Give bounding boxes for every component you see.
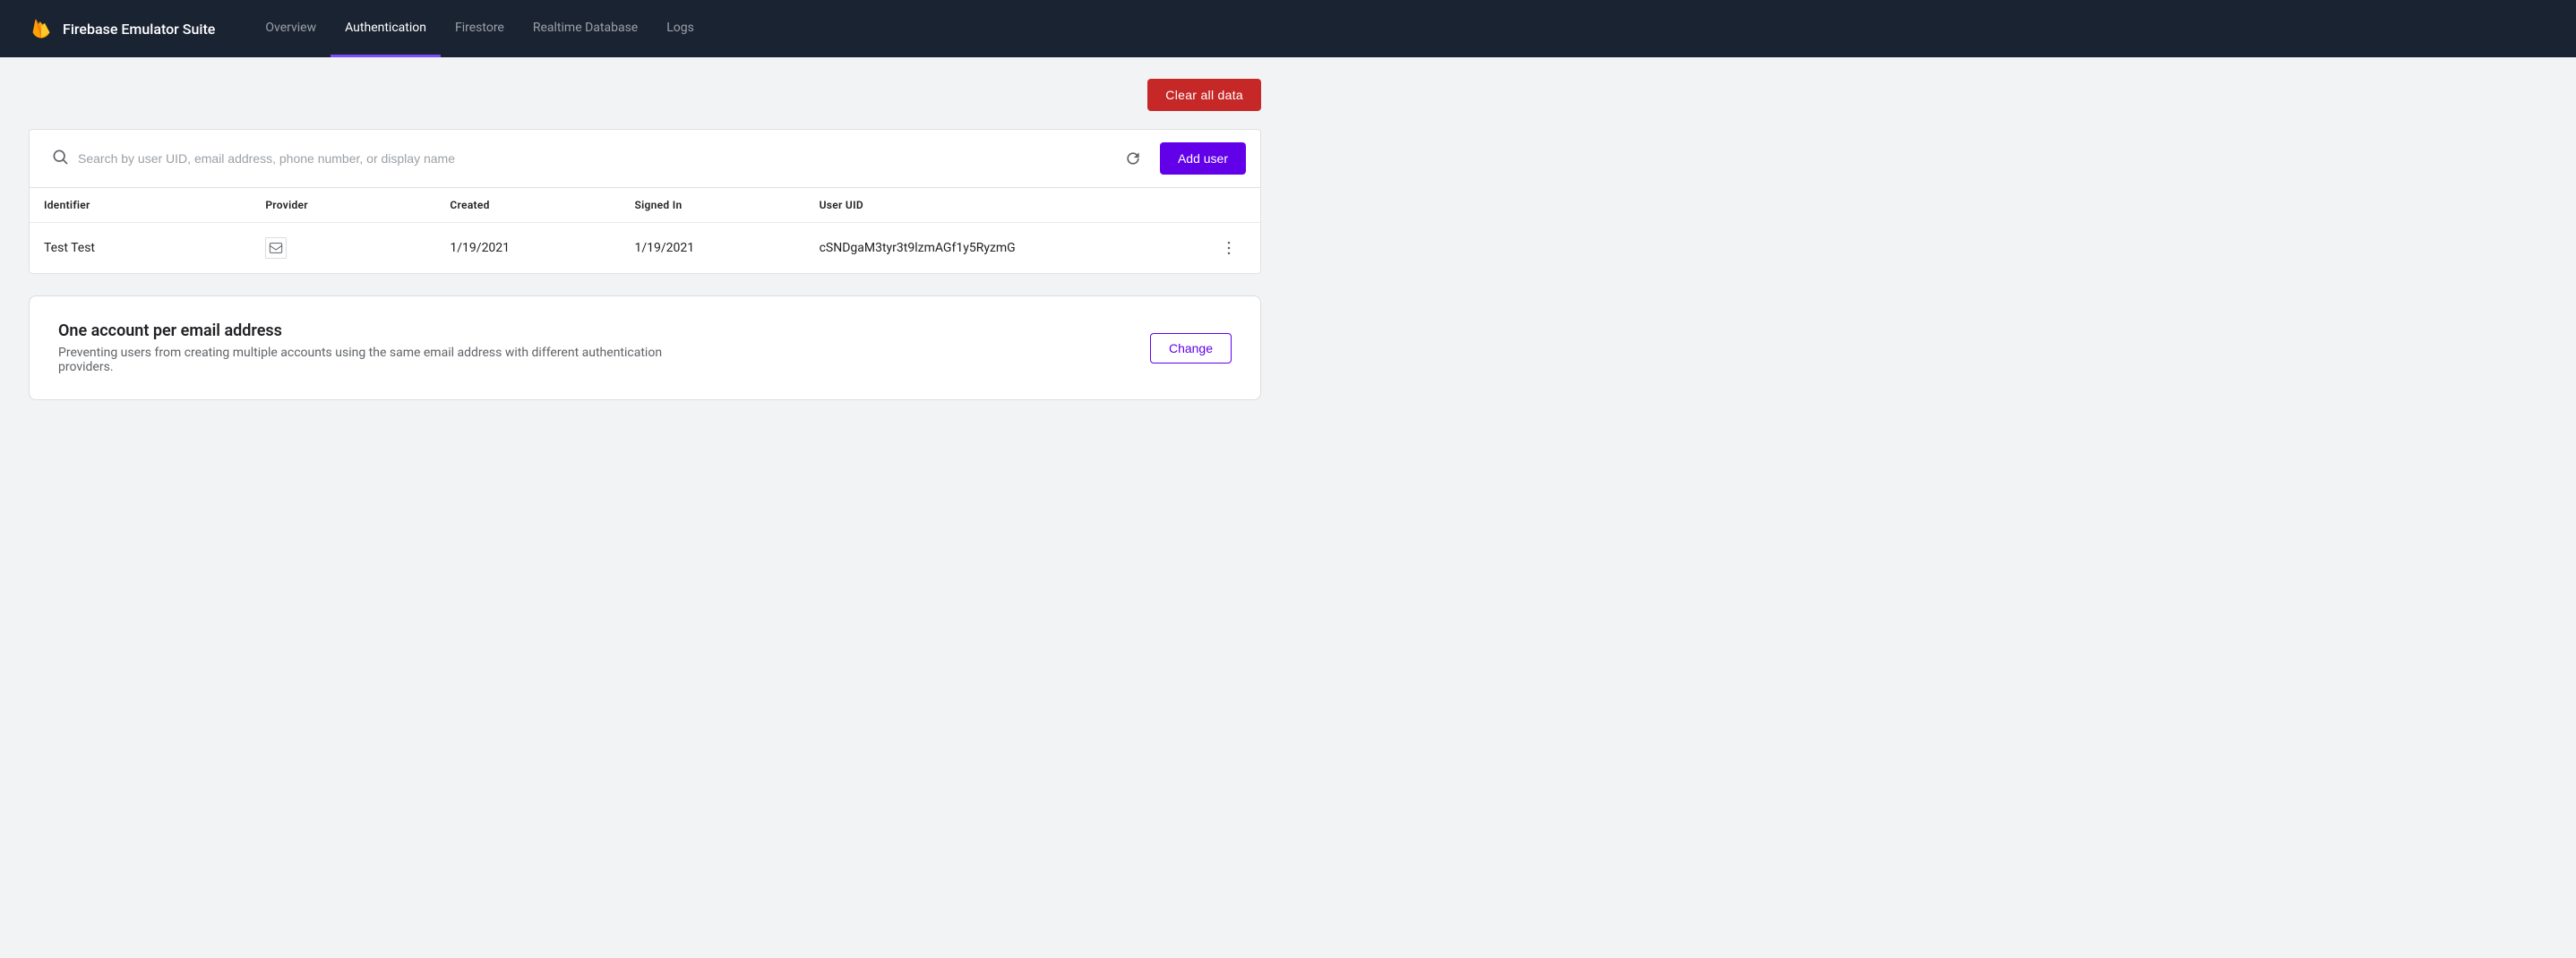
cell-signed-in: 1/19/2021 (621, 223, 805, 274)
firebase-logo-icon (29, 16, 54, 41)
users-table: Identifier Provider Created Signed In Us… (30, 188, 1260, 273)
main-content: Clear all data (0, 57, 1290, 422)
table-header: Identifier Provider Created Signed In Us… (30, 188, 1260, 223)
more-vert-icon (1220, 239, 1238, 257)
settings-card-title: One account per email address (58, 321, 685, 340)
nav-tabs: Overview Authentication Firestore Realti… (251, 0, 708, 57)
change-button[interactable]: Change (1150, 333, 1232, 364)
add-user-button[interactable]: Add user (1160, 142, 1246, 175)
users-search-header: Add user (30, 130, 1260, 188)
table-header-row: Identifier Provider Created Signed In Us… (30, 188, 1260, 223)
search-icon (51, 148, 69, 170)
search-container (44, 137, 1106, 180)
table-row: Test Test 1/19/2021 1/19/2021 cSNDga (30, 223, 1260, 274)
tab-logs[interactable]: Logs (652, 0, 708, 57)
refresh-icon (1124, 150, 1142, 167)
cell-provider (251, 223, 435, 274)
content-wrapper: Clear all data (29, 79, 1261, 400)
col-header-actions (1198, 188, 1260, 223)
settings-card-text: One account per email address Preventing… (58, 321, 685, 374)
users-section: Add user Identifier Provider Created Sig… (29, 129, 1261, 274)
col-header-user-uid: User UID (805, 188, 1199, 223)
col-header-provider: Provider (251, 188, 435, 223)
search-input[interactable] (78, 151, 1099, 166)
cell-created: 1/19/2021 (435, 223, 620, 274)
header: Firebase Emulator Suite Overview Authent… (0, 0, 2576, 57)
top-bar: Clear all data (29, 79, 1261, 111)
col-header-signed-in: Signed In (621, 188, 805, 223)
app-title: Firebase Emulator Suite (63, 21, 215, 38)
refresh-button[interactable] (1117, 142, 1149, 175)
more-options-button[interactable] (1213, 235, 1245, 261)
settings-card: One account per email address Preventing… (29, 295, 1261, 400)
table-body: Test Test 1/19/2021 1/19/2021 cSNDga (30, 223, 1260, 274)
email-provider-icon (265, 237, 287, 259)
cell-user-uid: cSNDgaM3tyr3t9lzmAGf1y5RyzmG (805, 223, 1199, 274)
settings-card-description: Preventing users from creating multiple … (58, 346, 685, 374)
logo-area: Firebase Emulator Suite (29, 16, 215, 41)
tab-firestore[interactable]: Firestore (441, 0, 519, 57)
tab-realtime-database[interactable]: Realtime Database (519, 0, 652, 57)
clear-all-button[interactable]: Clear all data (1147, 79, 1261, 111)
cell-identifier: Test Test (30, 223, 251, 274)
cell-actions (1198, 223, 1260, 274)
tab-overview[interactable]: Overview (251, 0, 331, 57)
col-header-created: Created (435, 188, 620, 223)
tab-authentication[interactable]: Authentication (331, 0, 441, 57)
col-header-identifier: Identifier (30, 188, 251, 223)
